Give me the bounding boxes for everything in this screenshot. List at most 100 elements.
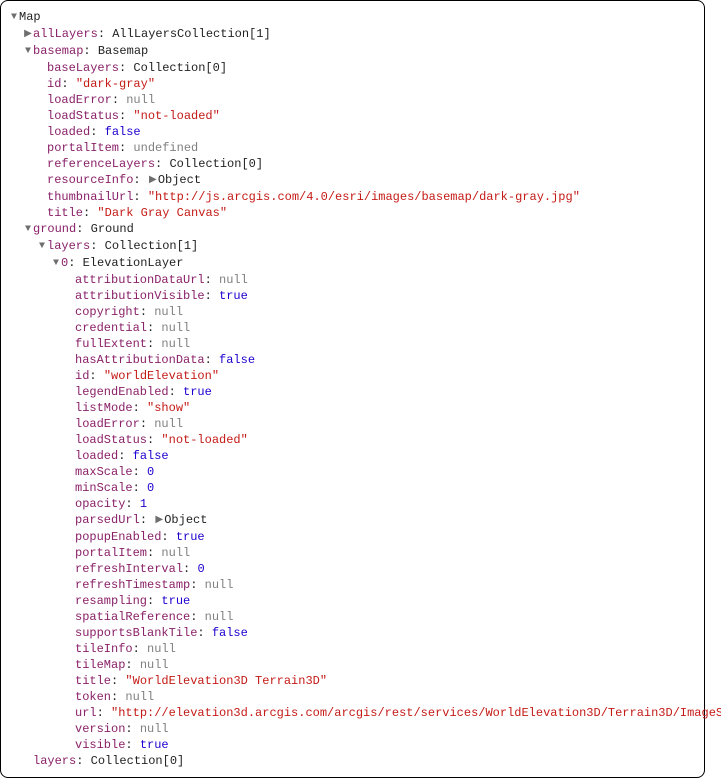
tree-row[interactable]: ▼0: ElevationLayer	[9, 255, 696, 272]
expand-toggle-icon[interactable]: ▼	[51, 256, 61, 272]
tree-row[interactable]: title: "Dark Gray Canvas"	[9, 205, 696, 221]
expand-toggle-icon[interactable]: ▼	[23, 222, 33, 238]
expand-toggle-icon[interactable]: ▶	[154, 513, 164, 529]
tree-row[interactable]: visible: true	[9, 737, 696, 753]
tree-row[interactable]: id: "dark-gray"	[9, 76, 696, 92]
tree-row[interactable]: loadError: null	[9, 416, 696, 432]
tree-row[interactable]: url: "http://elevation3d.arcgis.com/arcg…	[9, 705, 696, 721]
tree-row[interactable]: loadStatus: "not-loaded"	[9, 432, 696, 448]
expand-toggle-icon[interactable]: ▼	[9, 10, 19, 26]
property-value: false	[212, 626, 248, 640]
property-key: referenceLayers	[47, 157, 155, 171]
property-value: null	[154, 305, 183, 319]
property-key: minScale	[75, 481, 133, 495]
property-value: null	[140, 722, 169, 736]
property-value: true	[140, 738, 169, 752]
tree-row[interactable]: hasAttributionData: false	[9, 352, 696, 368]
tree-row[interactable]: ▶allLayers: AllLayersCollection[1]	[9, 26, 696, 43]
property-value: "not-loaded"	[133, 109, 219, 123]
tree-row[interactable]: refreshTimestamp: null	[9, 577, 696, 593]
property-key: loadError	[47, 93, 112, 107]
property-value: Object	[158, 173, 201, 187]
property-key: parsedUrl	[75, 513, 140, 527]
tree-row[interactable]: baseLayers: Collection[0]	[9, 60, 696, 76]
property-key: listMode	[75, 401, 133, 415]
tree-row[interactable]: maxScale: 0	[9, 464, 696, 480]
tree-row[interactable]: credential: null	[9, 320, 696, 336]
expand-toggle-icon[interactable]: ▶	[23, 27, 33, 43]
tree-row[interactable]: listMode: "show"	[9, 400, 696, 416]
tree-row[interactable]: loaded: false	[9, 124, 696, 140]
property-value: "dark-gray"	[76, 77, 155, 91]
property-value: "not-loaded"	[161, 433, 247, 447]
root-label: Map	[19, 10, 41, 24]
tree-row[interactable]: id: "worldElevation"	[9, 368, 696, 384]
property-value: 0	[147, 465, 154, 479]
property-key: ground	[33, 222, 76, 236]
tree-row[interactable]: parsedUrl: ▶Object	[9, 512, 696, 529]
property-value: null	[125, 690, 154, 704]
tree-row[interactable]: thumbnailUrl: "http://js.arcgis.com/4.0/…	[9, 189, 696, 205]
property-value: "http://elevation3d.arcgis.com/arcgis/re…	[111, 706, 721, 720]
tree-row[interactable]: ▼layers: Collection[1]	[9, 238, 696, 255]
tree-row[interactable]: referenceLayers: Collection[0]	[9, 156, 696, 172]
tree-row[interactable]: ▼basemap: Basemap	[9, 43, 696, 60]
property-key: baseLayers	[47, 61, 119, 75]
tree-row[interactable]: spatialReference: null	[9, 609, 696, 625]
tree-row[interactable]: loadError: null	[9, 92, 696, 108]
property-key: id	[75, 369, 89, 383]
property-value: "http://js.arcgis.com/4.0/esri/images/ba…	[148, 190, 580, 204]
property-value: true	[219, 289, 248, 303]
tree-row[interactable]: legendEnabled: true	[9, 384, 696, 400]
property-key: popupEnabled	[75, 530, 161, 544]
tree-row[interactable]: tileInfo: null	[9, 641, 696, 657]
tree-row[interactable]: loaded: false	[9, 448, 696, 464]
property-value: Collection[0]	[133, 61, 227, 75]
property-key: legendEnabled	[75, 385, 169, 399]
tree-row[interactable]: popupEnabled: true	[9, 529, 696, 545]
tree-row[interactable]: layers: Collection[0]	[9, 753, 696, 769]
tree-row[interactable]: portalItem: undefined	[9, 140, 696, 156]
expand-toggle-icon[interactable]: ▶	[148, 173, 158, 189]
property-key: tileInfo	[75, 642, 133, 656]
tree-row[interactable]: title: "WorldElevation3D Terrain3D"	[9, 673, 696, 689]
tree-row[interactable]: resourceInfo: ▶Object	[9, 172, 696, 189]
property-value: Ground	[91, 222, 134, 236]
property-value: "show"	[147, 401, 190, 415]
property-value: AllLayersCollection[1]	[112, 27, 270, 41]
property-key: id	[47, 77, 61, 91]
property-key: thumbnailUrl	[47, 190, 133, 204]
tree-row[interactable]: tileMap: null	[9, 657, 696, 673]
property-key: opacity	[75, 497, 125, 511]
property-value: Collection[1]	[105, 239, 199, 253]
tree-row[interactable]: minScale: 0	[9, 480, 696, 496]
expand-toggle-icon[interactable]: ▼	[23, 44, 33, 60]
tree-row[interactable]: copyright: null	[9, 304, 696, 320]
tree-row[interactable]: attributionDataUrl: null	[9, 272, 696, 288]
property-key: attributionDataUrl	[75, 273, 205, 287]
tree-row[interactable]: loadStatus: "not-loaded"	[9, 108, 696, 124]
property-key: loadStatus	[47, 109, 119, 123]
property-key: url	[75, 706, 97, 720]
property-value: 0	[147, 481, 154, 495]
property-value: undefined	[133, 141, 198, 155]
tree-row[interactable]: attributionVisible: true	[9, 288, 696, 304]
tree-row[interactable]: version: null	[9, 721, 696, 737]
expand-toggle-icon[interactable]: ▼	[37, 239, 47, 255]
property-key: maxScale	[75, 465, 133, 479]
property-key: loadError	[75, 417, 140, 431]
property-key: refreshTimestamp	[75, 578, 190, 592]
tree-row-root[interactable]: ▼Map	[9, 9, 696, 26]
tree-row[interactable]: ▼ground: Ground	[9, 221, 696, 238]
property-key: token	[75, 690, 111, 704]
tree-row[interactable]: resampling: true	[9, 593, 696, 609]
property-value: Object	[164, 513, 207, 527]
tree-row[interactable]: supportsBlankTile: false	[9, 625, 696, 641]
tree-row[interactable]: token: null	[9, 689, 696, 705]
property-key: basemap	[33, 44, 83, 58]
property-key: 0	[61, 256, 68, 270]
tree-row[interactable]: portalItem: null	[9, 545, 696, 561]
tree-row[interactable]: refreshInterval: 0	[9, 561, 696, 577]
tree-row[interactable]: opacity: 1	[9, 496, 696, 512]
tree-row[interactable]: fullExtent: null	[9, 336, 696, 352]
